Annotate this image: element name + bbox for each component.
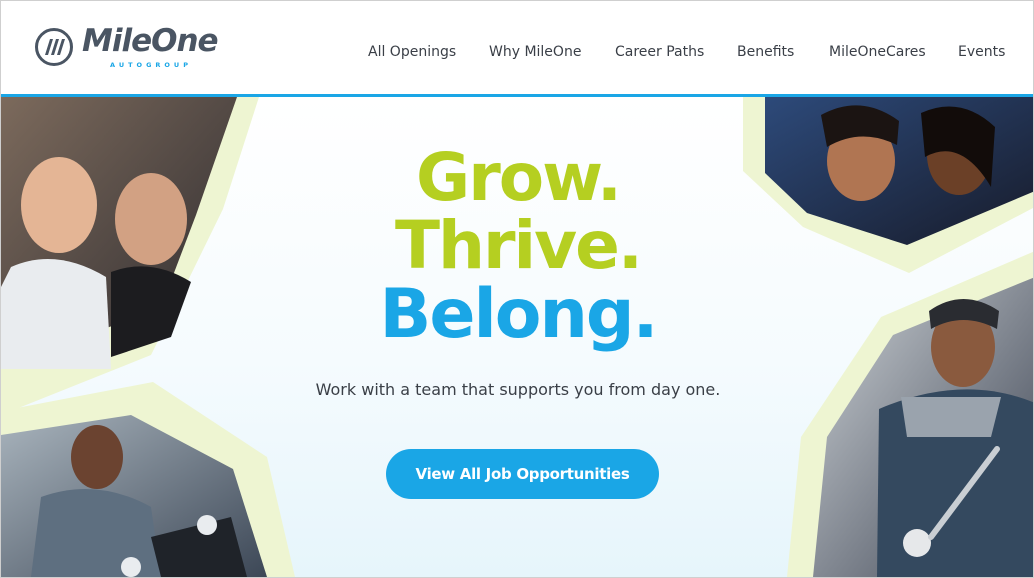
hero-subtitle: Work with a team that supports you from … [315, 380, 721, 399]
hero-section: Grow. Thrive. Belong. Work with a team t… [1, 97, 1033, 577]
nav-benefits[interactable]: Benefits [737, 44, 794, 60]
view-all-jobs-button[interactable]: View All Job Opportunities [386, 449, 659, 499]
page-frame: MileOne AUTOGROUP All Openings Why MileO… [0, 0, 1034, 578]
site-header: MileOne AUTOGROUP All Openings Why MileO… [1, 1, 1033, 94]
nav-why-mileone[interactable]: Why MileOne [489, 44, 581, 60]
nav-mileonecares[interactable]: MileOneCares [829, 44, 926, 60]
main-nav: All Openings Why MileOne Career Paths Be… [1, 44, 1033, 62]
team-photo-bottom-left [1, 382, 295, 577]
nav-events[interactable]: Events [958, 44, 1005, 60]
nav-all-openings[interactable]: All Openings [368, 44, 456, 60]
headline-grow: Grow. [416, 139, 622, 216]
nav-career-paths[interactable]: Career Paths [615, 44, 704, 60]
headline-thrive: Thrive. [394, 207, 643, 284]
headline-belong: Belong. [379, 275, 659, 354]
logo-subtitle: AUTOGROUP [110, 61, 192, 69]
